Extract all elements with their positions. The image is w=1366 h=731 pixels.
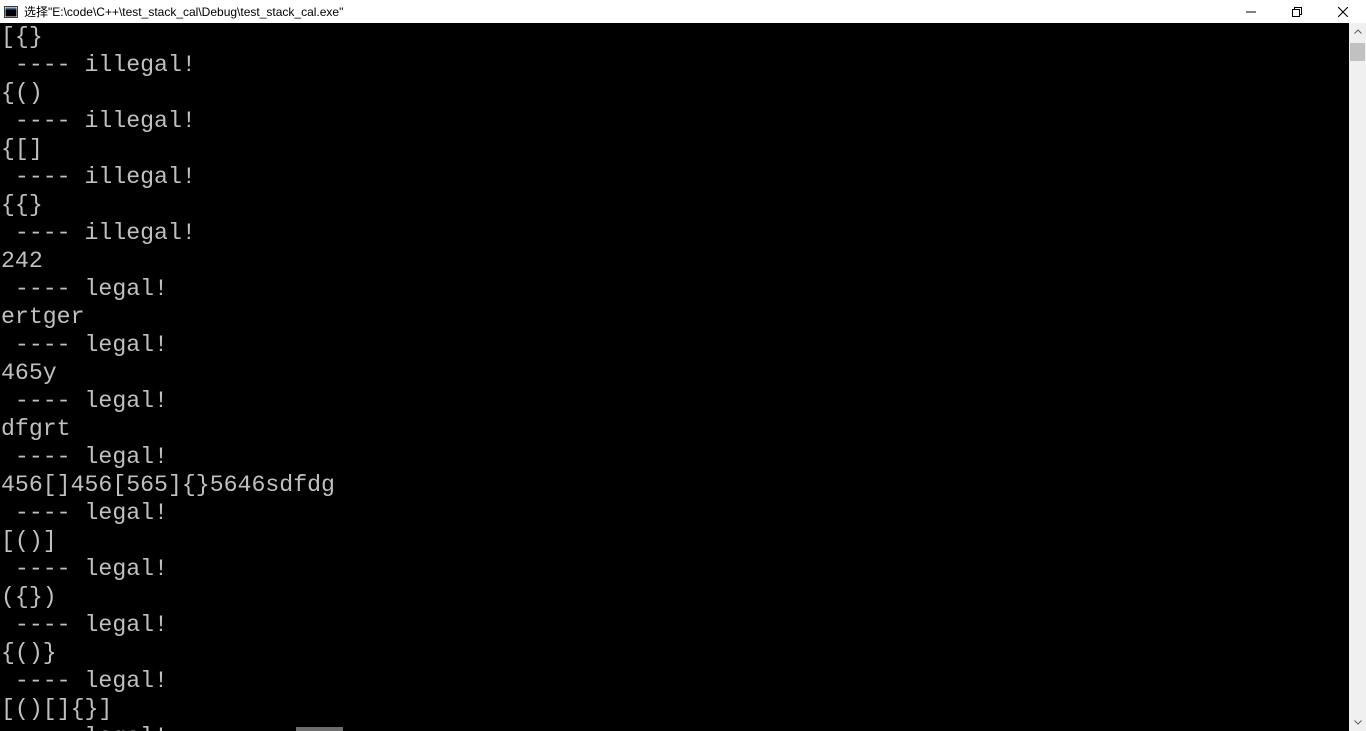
console-line: ---- legal! [1, 612, 168, 638]
scroll-up-icon [1353, 29, 1362, 34]
console-line: ---- legal! [1, 388, 168, 414]
scroll-up-button[interactable] [1349, 23, 1366, 40]
restore-icon [1292, 6, 1302, 17]
scroll-thumb[interactable] [1350, 43, 1365, 61]
console-line: {{} [1, 192, 43, 218]
restore-button[interactable] [1274, 0, 1320, 23]
console-line: ---- legal! [1, 332, 168, 358]
console-line: ertger [1, 304, 85, 330]
console-line: ---- illegal! [1, 164, 196, 190]
console-line: ---- legal! [1, 668, 168, 694]
console-output[interactable]: [{} ---- illegal!{() ---- illegal!{[] --… [0, 23, 1349, 731]
console-line: [{} [1, 24, 43, 50]
console-line: ({}) [1, 584, 57, 610]
console-line: {[] [1, 136, 43, 162]
console-line: ---- legal! [1, 500, 168, 526]
window-title: 选择"E:\code\C++\test_stack_cal\Debug\test… [24, 5, 344, 19]
horizontal-scroll-indicator[interactable] [296, 727, 343, 731]
console-line: 456[]456[565]{}5646sdfdg [1, 472, 335, 498]
title-bar[interactable]: 选择"E:\code\C++\test_stack_cal\Debug\test… [0, 0, 1366, 23]
console-line: ---- legal! [1, 276, 168, 302]
scroll-down-button[interactable] [1349, 714, 1366, 731]
close-icon [1338, 6, 1348, 17]
console-line: {() [1, 80, 43, 106]
console-line: ---- legal! [1, 444, 168, 470]
console-line: ---- illegal! [1, 220, 196, 246]
console-line: ---- illegal! [1, 52, 196, 78]
console-line: {()} [1, 640, 57, 666]
console-line: [()[]{}] [1, 696, 113, 722]
console-line: [()] [1, 528, 57, 554]
console-line: dfgrt [1, 416, 71, 442]
minimize-icon [1246, 11, 1256, 12]
close-button[interactable] [1320, 0, 1366, 23]
console-line: ---- illegal! [1, 108, 196, 134]
minimize-button[interactable] [1228, 0, 1274, 23]
vertical-scrollbar[interactable] [1349, 23, 1366, 731]
console-line: ---- legal! [0, 723, 1349, 731]
console-line: ---- legal! [1, 556, 168, 582]
console-window: 选择"E:\code\C++\test_stack_cal\Debug\test… [0, 0, 1366, 731]
console-line: 465y [1, 360, 57, 386]
console-app-icon [4, 5, 18, 18]
console-line: 242 [1, 248, 43, 274]
scroll-down-icon [1353, 720, 1362, 725]
